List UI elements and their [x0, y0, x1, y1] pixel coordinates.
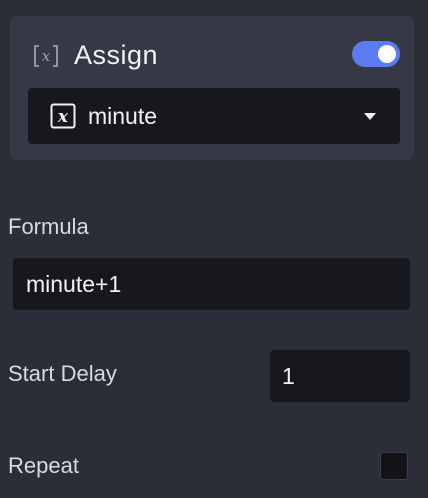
start-delay-label: Start Delay [8, 361, 117, 386]
assign-enable-toggle[interactable] [352, 41, 400, 67]
panel-title: Assign [74, 40, 159, 70]
formula-label: Formula [8, 214, 89, 239]
variable-x-icon: x [50, 103, 76, 129]
variable-select-value: minute [88, 103, 158, 129]
assign-panel: x Assign x minute [10, 16, 414, 160]
variable-icon: x [32, 42, 60, 70]
repeat-label: Repeat [8, 453, 79, 478]
toggle-knob [378, 45, 396, 63]
formula-input[interactable] [13, 258, 410, 310]
start-delay-input[interactable] [270, 350, 410, 402]
svg-text:x: x [57, 107, 69, 127]
svg-text:x: x [42, 47, 51, 65]
chevron-down-icon [364, 113, 376, 120]
repeat-checkbox[interactable] [380, 452, 408, 480]
variable-select[interactable]: x minute [28, 88, 400, 144]
